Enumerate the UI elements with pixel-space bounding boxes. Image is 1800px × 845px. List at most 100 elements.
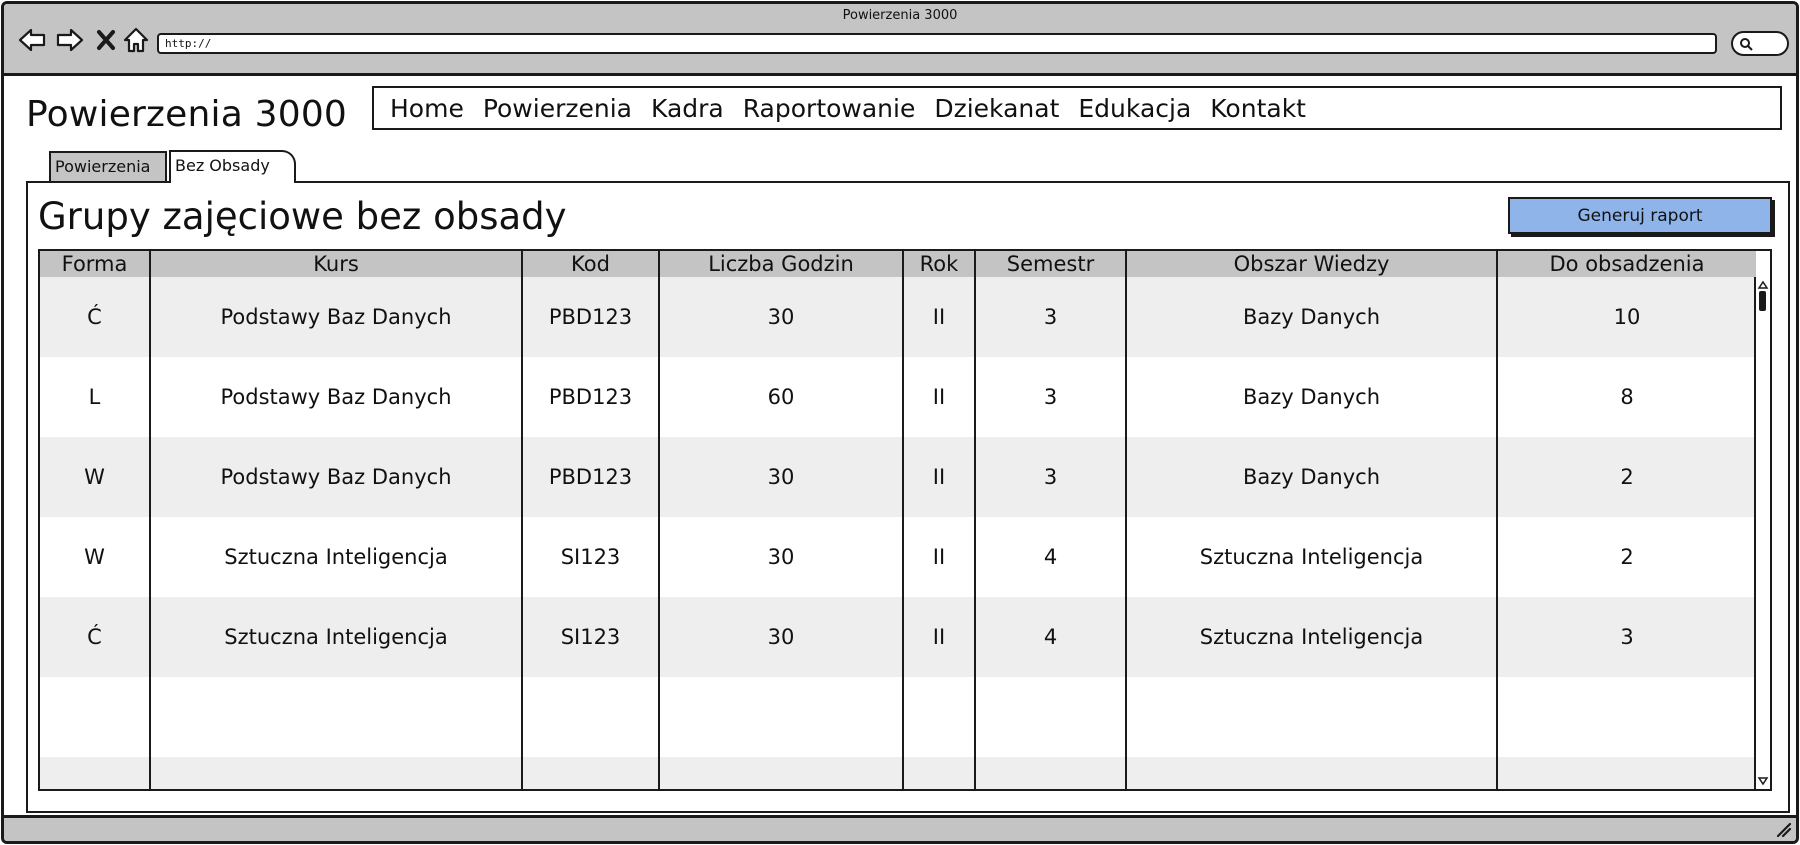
cell-forma: W [40,437,150,517]
window-title: Powierzenia 3000 [842,8,958,23]
arrow-right-icon[interactable] [54,24,86,56]
cell-kurs: Podstawy Baz Danych [149,277,522,357]
column-header-do-obsadzenia[interactable]: Do obsadzenia [1496,251,1756,277]
table-row-empty[interactable] [40,677,1756,757]
cell-empty [974,757,1126,789]
cell-obszar-wiedzy: Sztuczna Inteligencja [1125,597,1497,677]
browser-chrome: Powierzenia 3000 http:// [4,4,1796,76]
menu-item-home[interactable]: Home [390,94,464,123]
cell-obszar-wiedzy: Bazy Danych [1125,357,1497,437]
scrollbar-thumb[interactable] [1759,291,1766,311]
table-row[interactable]: W Sztuczna Inteligencja SI123 30 II 4 Sz… [40,517,1756,597]
cell-empty [149,677,522,757]
cell-kurs: Podstawy Baz Danych [149,357,522,437]
cell-obszar-wiedzy: Sztuczna Inteligencja [1125,517,1497,597]
cell-rok: II [902,437,975,517]
menu-item-kontakt[interactable]: Kontakt [1210,94,1306,123]
cell-rok: II [902,277,975,357]
cell-empty [521,757,659,789]
table-header-row: Forma Kurs Kod Liczba Godzin Rok Semestr… [40,251,1756,277]
browser-search-field[interactable] [1731,31,1789,56]
column-header-liczba-godzin[interactable]: Liczba Godzin [658,251,903,277]
cell-obszar-wiedzy: Bazy Danych [1125,437,1497,517]
cell-liczba-godzin: 30 [658,597,903,677]
table-row[interactable]: W Podstawy Baz Danych PBD123 30 II 3 Baz… [40,437,1756,517]
cell-do-obsadzenia: 2 [1496,437,1756,517]
unassigned-groups-table: Forma Kurs Kod Liczba Godzin Rok Semestr… [38,249,1772,791]
cell-kod: PBD123 [521,277,659,357]
cell-semestr: 3 [974,437,1126,517]
cell-empty [1496,677,1756,757]
cell-do-obsadzenia: 3 [1496,597,1756,677]
cell-liczba-godzin: 60 [658,357,903,437]
cell-forma: W [40,517,150,597]
cell-empty [974,677,1126,757]
menu-item-kadra[interactable]: Kadra [651,94,724,123]
arrow-left-icon[interactable] [16,24,48,56]
column-header-obszar-wiedzy[interactable]: Obszar Wiedzy [1125,251,1497,277]
generate-report-button[interactable]: Generuj raport [1508,197,1772,234]
menu-item-dziekanat[interactable]: Dziekanat [934,94,1059,123]
cell-kurs: Sztuczna Inteligencja [149,597,522,677]
search-icon [1740,38,1753,51]
cell-forma: L [40,357,150,437]
scroll-down-arrow-icon[interactable] [1757,775,1769,787]
column-header-kurs[interactable]: Kurs [149,251,522,277]
cell-empty [658,677,903,757]
cell-kurs: Podstawy Baz Danych [149,437,522,517]
menu-item-edukacja[interactable]: Edukacja [1078,94,1191,123]
cell-forma: Ć [40,277,150,357]
cell-semestr: 3 [974,277,1126,357]
browser-window: Powierzenia 3000 http:// Powierzenia 300… [1,1,1799,844]
cell-semestr: 4 [974,517,1126,597]
menu-item-powierzenia[interactable]: Powierzenia [483,94,632,123]
cell-forma: Ć [40,597,150,677]
column-header-kod[interactable]: Kod [521,251,659,277]
cell-kod: SI123 [521,517,659,597]
url-input[interactable]: http:// [157,33,1717,54]
cell-kod: SI123 [521,597,659,677]
cell-kurs: Sztuczna Inteligencja [149,517,522,597]
cell-empty [149,757,522,789]
cell-rok: II [902,597,975,677]
cell-obszar-wiedzy: Bazy Danych [1125,277,1497,357]
scroll-up-arrow-icon[interactable] [1757,279,1769,291]
cell-empty [1125,677,1497,757]
column-header-rok[interactable]: Rok [902,251,975,277]
cell-empty [658,757,903,789]
cell-do-obsadzenia: 2 [1496,517,1756,597]
table-row-empty[interactable] [40,757,1756,789]
table-row[interactable]: L Podstawy Baz Danych PBD123 60 II 3 Baz… [40,357,1756,437]
cell-empty [902,757,975,789]
column-header-forma[interactable]: Forma [40,251,150,277]
cell-empty [521,677,659,757]
tab-bez-obsady[interactable]: Bez Obsady [169,150,296,183]
column-header-semestr[interactable]: Semestr [974,251,1126,277]
resize-grip-icon[interactable] [1774,820,1792,838]
page-title: Grupy zajęciowe bez obsady [38,195,567,238]
cell-empty [1496,757,1756,789]
home-icon[interactable] [120,24,152,56]
tab-content-panel: Grupy zajęciowe bez obsady Generuj rapor… [26,181,1790,813]
cell-rok: II [902,517,975,597]
cell-empty [40,757,150,789]
cell-do-obsadzenia: 8 [1496,357,1756,437]
cell-empty [1125,757,1497,789]
app-title: Powierzenia 3000 [26,94,348,135]
cell-empty [902,677,975,757]
cell-rok: II [902,357,975,437]
cell-kod: PBD123 [521,437,659,517]
cell-do-obsadzenia: 10 [1496,277,1756,357]
table-row[interactable]: Ć Sztuczna Inteligencja SI123 30 II 4 Sz… [40,597,1756,677]
menu-item-raportowanie[interactable]: Raportowanie [743,94,916,123]
close-icon[interactable] [90,24,122,56]
cell-kod: PBD123 [521,357,659,437]
cell-empty [40,677,150,757]
table-row[interactable]: Ć Podstawy Baz Danych PBD123 30 II 3 Baz… [40,277,1756,357]
cell-liczba-godzin: 30 [658,277,903,357]
tab-powierzenia[interactable]: Powierzenia [49,151,167,181]
main-menu: Home Powierzenia Kadra Raportowanie Dzie… [372,86,1782,130]
table-scrollbar[interactable] [1754,277,1770,789]
cell-semestr: 4 [974,597,1126,677]
cell-liczba-godzin: 30 [658,437,903,517]
